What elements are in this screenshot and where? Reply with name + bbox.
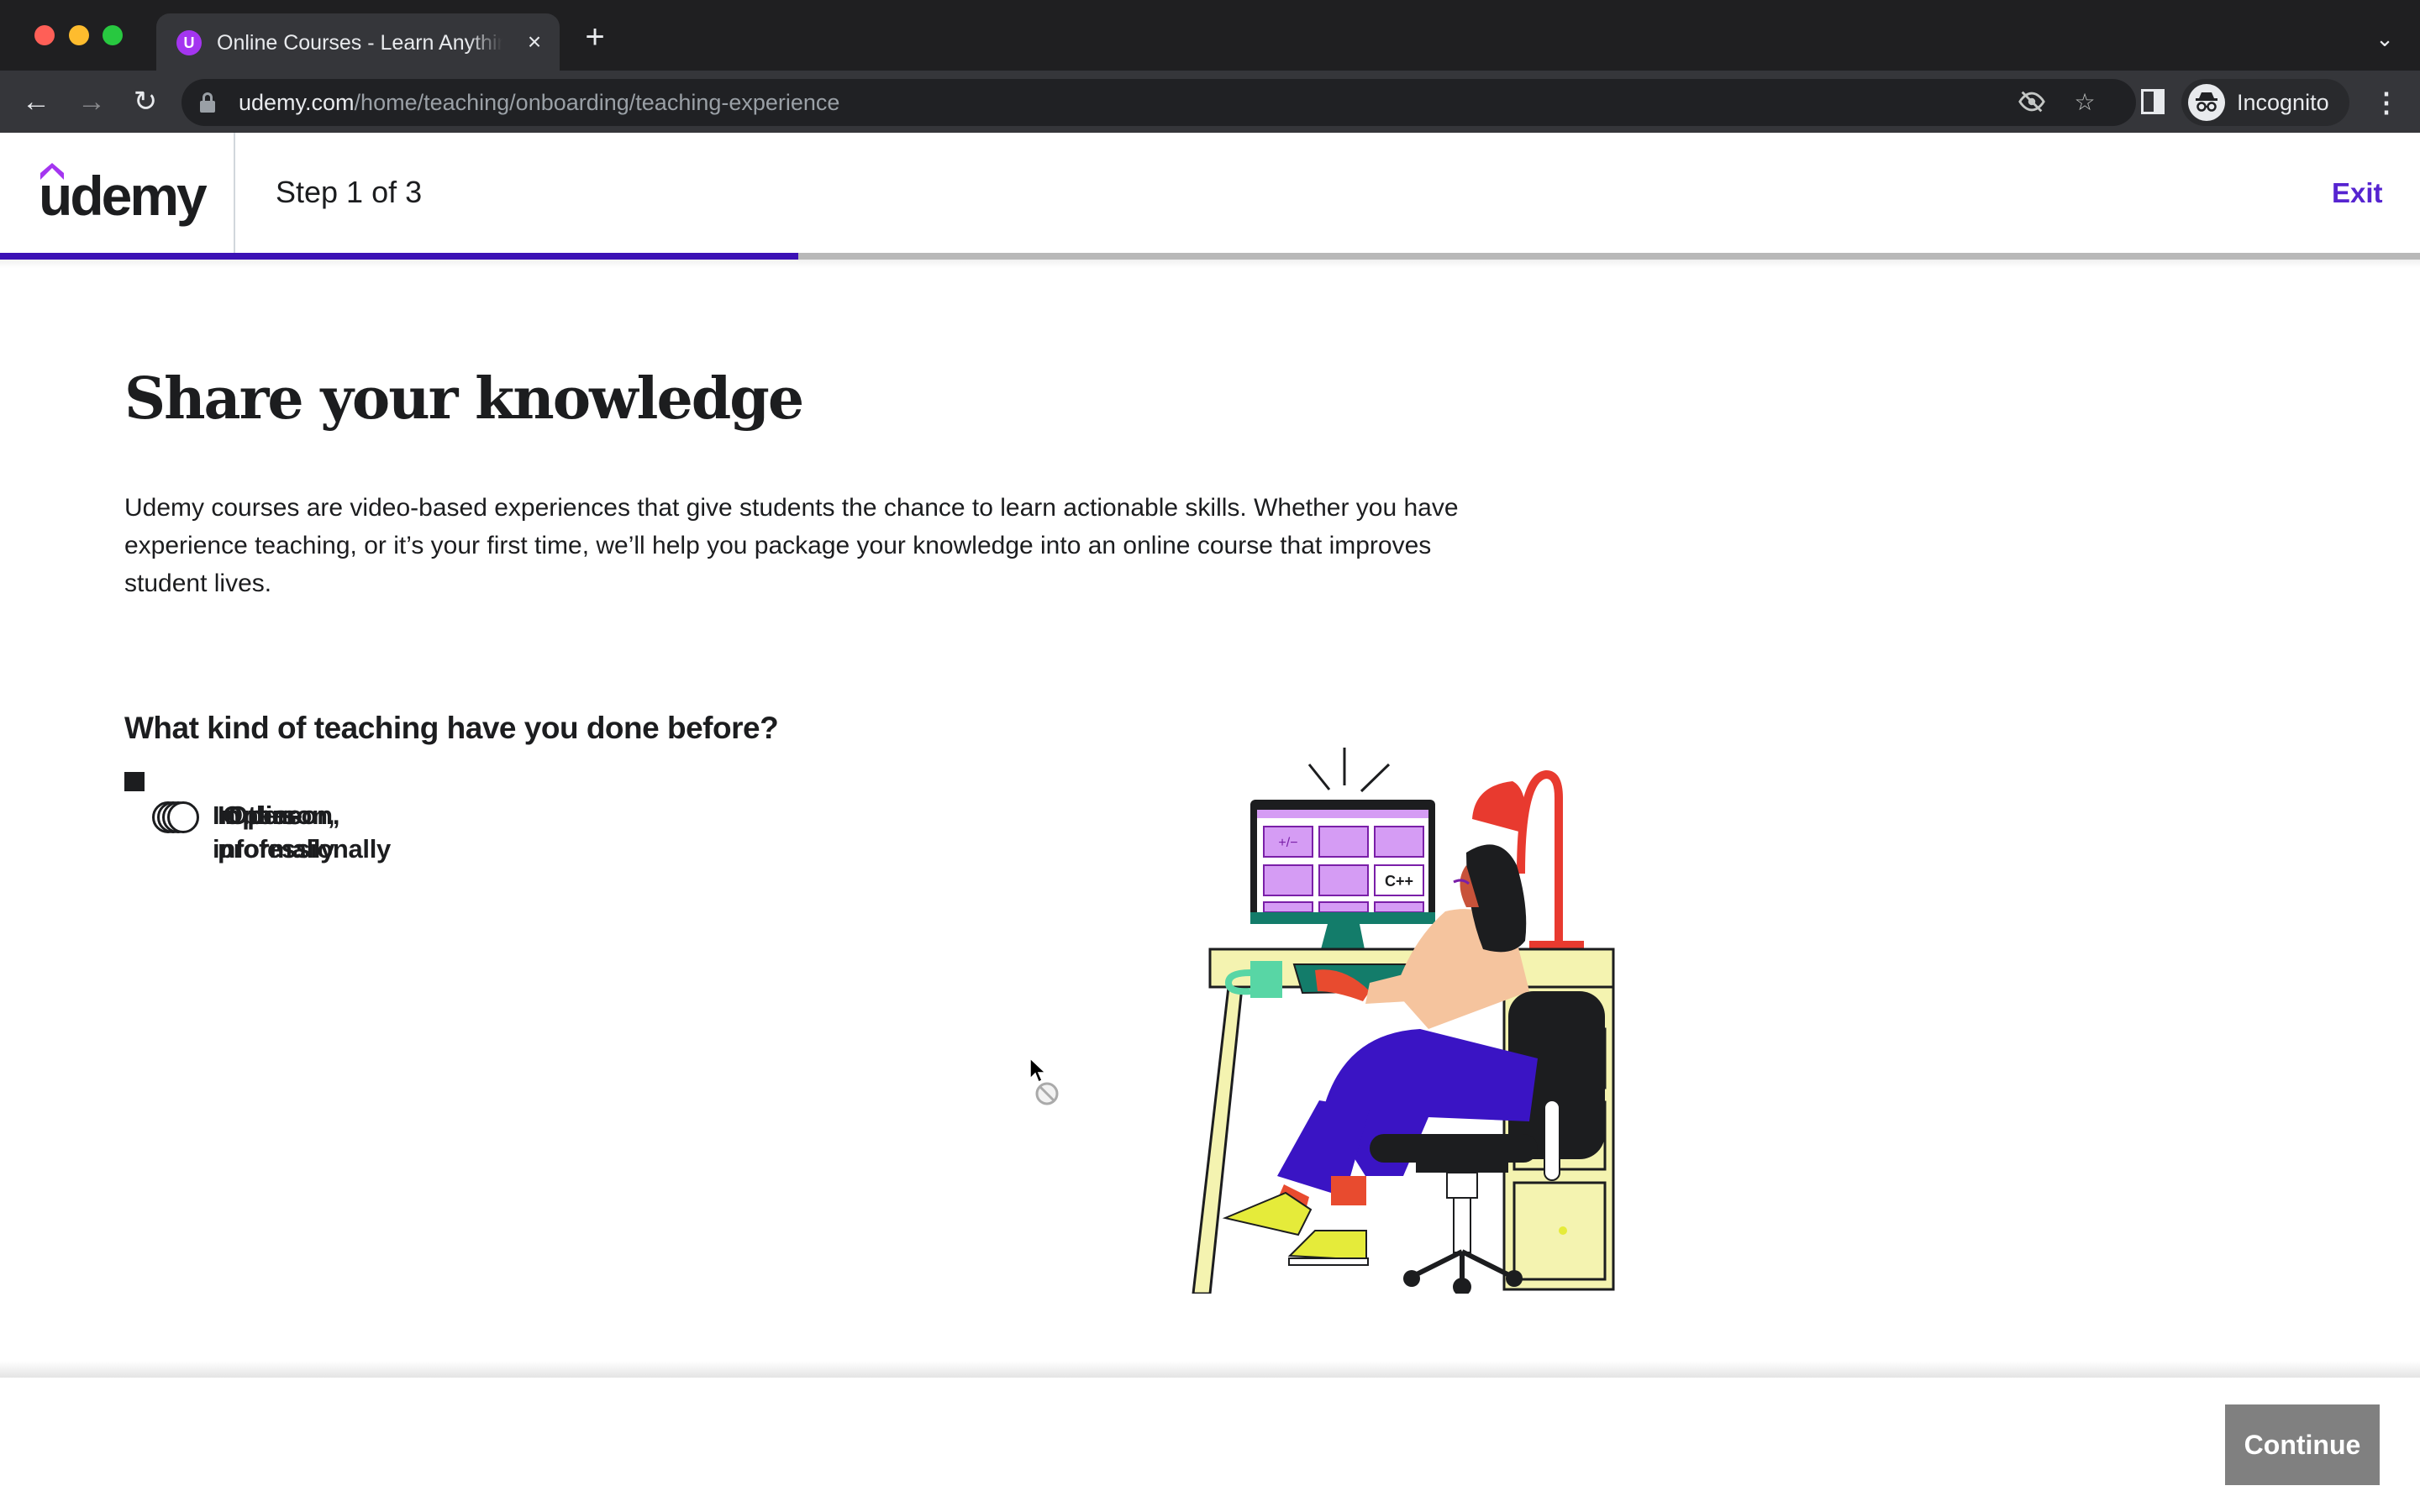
url-path: /home/teaching/onboarding/teaching-exper… <box>354 90 840 115</box>
question-heading: What kind of teaching have you done befo… <box>124 711 779 745</box>
progress-shadow <box>0 260 2420 268</box>
lock-icon[interactable] <box>200 92 215 113</box>
onboarding-footer: Continue <box>0 1378 2420 1512</box>
browser-toolbar: ← → ↻ udemy.com/home/teaching/onboarding… <box>0 71 2420 133</box>
url-host: udemy.com <box>239 90 355 115</box>
mouse-cursor-not-allowed-icon <box>1029 1057 1059 1105</box>
incognito-glyph <box>2196 92 2217 112</box>
udemy-logo-text: udemy <box>39 165 208 227</box>
computer-monitor-icon: C++ +/− <box>1250 800 1435 956</box>
reload-icon[interactable]: ↻ <box>128 84 163 119</box>
window-minimize-button[interactable] <box>69 25 89 45</box>
teacher-at-desk-illustration: C++ +/− <box>1192 748 1615 1294</box>
browser-tab-active[interactable]: U Online Courses - Learn Anything, On Yo… <box>156 13 560 71</box>
forward-arrow-icon[interactable]: → <box>74 84 109 119</box>
new-tab-plus-icon[interactable]: + <box>578 20 612 55</box>
radio-button[interactable] <box>167 801 199 833</box>
tab-search-chevron-down-icon[interactable]: ⌄ <box>2370 24 2400 54</box>
header-divider <box>234 133 235 253</box>
page-title: Share your knowledge <box>124 365 804 433</box>
bookmark-star-icon[interactable]: ☆ <box>2070 87 2100 118</box>
footer-shadow <box>0 1361 2420 1378</box>
window-maximize-button[interactable] <box>103 25 123 45</box>
udemy-logo[interactable]: udemy <box>39 163 208 230</box>
window-close-button[interactable] <box>34 25 55 45</box>
side-panel-icon[interactable] <box>2141 89 2165 114</box>
incognito-profile-button[interactable]: Incognito <box>2181 79 2349 126</box>
back-arrow-icon[interactable]: ← <box>18 84 54 119</box>
option-other[interactable]: Other <box>139 772 296 833</box>
step-indicator: Step 1 of 3 <box>276 175 423 209</box>
eye-off-glyph <box>2018 91 2045 113</box>
intro-paragraph: Udemy courses are video-based experience… <box>124 494 1459 597</box>
progress-bar-fill <box>0 253 799 260</box>
screen-glow-rays <box>1307 748 1391 793</box>
sneaker-right <box>1287 1230 1367 1262</box>
option-label: Other <box>228 801 297 830</box>
exit-link[interactable]: Exit <box>2332 176 2383 210</box>
chair-seat <box>1370 1134 1538 1163</box>
continue-button[interactable]: Continue <box>2225 1404 2380 1485</box>
svg-text:+/−: +/− <box>1278 836 1297 850</box>
eye-off-icon[interactable] <box>2017 87 2047 118</box>
teaching-experience-radio-group: In person, informally In person, profess… <box>124 772 931 864</box>
tab-title: Online Courses - Learn Anything, On Your… <box>217 31 502 55</box>
browser-menu-icon[interactable]: ⋮ <box>2371 86 2402 119</box>
url-text[interactable]: udemy.com/home/teaching/onboarding/teach… <box>239 89 839 116</box>
address-bar[interactable]: udemy.com/home/teaching/onboarding/teach… <box>182 79 2136 126</box>
tab-strip: U Online Courses - Learn Anything, On Yo… <box>0 0 2420 71</box>
onboarding-progress-bar <box>0 253 2420 260</box>
drawer-knob <box>1559 1226 1567 1235</box>
cpp-tile-label: C++ <box>1385 873 1413 890</box>
udemy-favicon-icon: U <box>176 30 202 55</box>
tab-close-icon[interactable]: × <box>519 27 550 57</box>
incognito-icon <box>2188 84 2225 121</box>
onboarding-header: udemy Step 1 of 3 Exit <box>0 133 2420 253</box>
browser-chrome: U Online Courses - Learn Anything, On Yo… <box>0 0 2420 133</box>
incognito-label: Incognito <box>2237 90 2329 115</box>
